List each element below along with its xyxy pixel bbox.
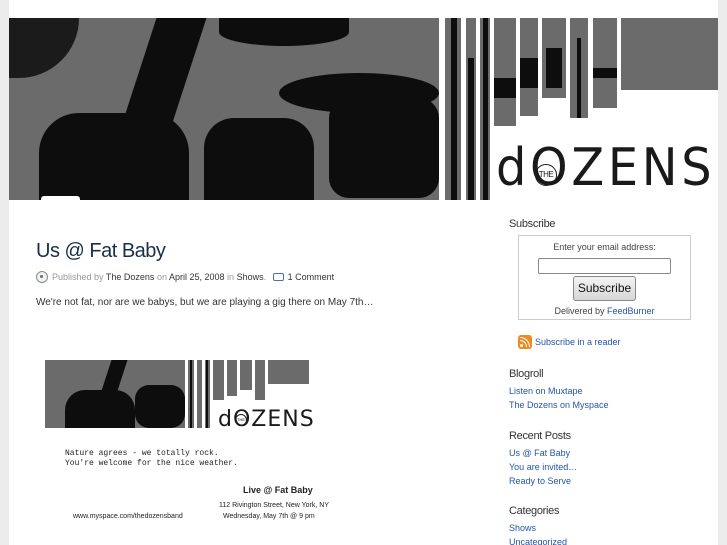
nav-tab-photos[interactable]: Photos <box>221 196 265 200</box>
page: dOZENS THE News About Schedule Photos Videos… <box>9 0 718 545</box>
recent-post-link[interactable]: Us @ Fat Baby <box>509 448 570 458</box>
nav-tab-schedule[interactable]: Schedule <box>158 196 212 200</box>
header-stripe <box>621 18 718 90</box>
flyer-date: Wednesday, May 7th @ 9 pm <box>223 513 315 520</box>
meta-category-link[interactable]: Shows <box>237 272 264 282</box>
header-stripe <box>520 18 538 116</box>
post-meta: Published by The Dozens on April 25, 200… <box>36 271 334 283</box>
email-input[interactable] <box>538 258 671 274</box>
meta-published-by: Published by <box>52 272 104 282</box>
header-stripe <box>445 18 461 200</box>
main-content: Us @ Fat Baby Published by The Dozens on… <box>36 240 486 308</box>
flyer-line-1: Nature agrees - we totally rock. <box>65 449 219 458</box>
feedburner-link[interactable]: FeedBurner <box>607 306 655 316</box>
event-flyer-image: dOZENS THE Nature agrees - we totally ro… <box>45 360 329 530</box>
subscribe-button[interactable]: Subscribe <box>573 276 636 301</box>
nav-tab-news[interactable]: News <box>41 196 80 200</box>
flyer-line-2: You're welcome for the nice weather. <box>65 459 238 468</box>
comment-icon <box>272 273 284 281</box>
nav-tab-listen[interactable]: Listen <box>335 196 375 200</box>
meta-on: on <box>156 272 167 282</box>
recent-post-link[interactable]: You are invited… <box>509 462 577 472</box>
meta-in: in <box>227 272 235 282</box>
blogroll-link[interactable]: Listen on Muxtape <box>509 386 583 396</box>
header-stripe <box>494 18 516 126</box>
logo-the-badge: THE <box>535 164 557 186</box>
recent-post-link[interactable]: Ready to Serve <box>509 476 571 486</box>
comments-link[interactable]: 1 Comment <box>288 272 335 282</box>
header-stripe <box>480 18 490 200</box>
delivered-by: Delivered by FeedBurner <box>519 306 690 316</box>
header-stripe <box>593 18 617 108</box>
category-link[interactable]: Shows <box>509 523 536 533</box>
top-bar <box>9 0 718 18</box>
rss-icon[interactable] <box>518 335 532 349</box>
meta-date: April 25, 2008 <box>168 272 225 282</box>
subscribe-reader-link[interactable]: Subscribe in a reader <box>535 337 621 347</box>
flyer-address: 112 Rivington Street, New York, NY <box>219 502 329 509</box>
post-excerpt: We're not fat, nor are we babys, but we … <box>36 297 374 308</box>
header-stripe <box>466 18 476 200</box>
flyer-logo-the-badge: THE <box>235 414 247 426</box>
category-link[interactable]: Uncategorized <box>509 537 567 545</box>
logo-wordmark: dOZENS <box>496 138 716 198</box>
nav-tab-about[interactable]: About <box>98 196 138 200</box>
flyer-drum-photo <box>45 360 185 428</box>
flyer-event-title: Live @ Fat Baby <box>243 485 313 495</box>
header-drum-photo <box>9 18 439 200</box>
site-logo[interactable]: dOZENS THE <box>496 138 716 200</box>
blogroll-link[interactable]: The Dozens on Myspace <box>509 400 609 410</box>
subscribe-box: Enter your email address: Subscribe Deli… <box>518 235 691 320</box>
flyer-url: www.myspace.com/thedozensband <box>73 513 183 520</box>
header-stripe <box>570 18 588 118</box>
categories-heading: Categories <box>509 505 560 517</box>
post-title[interactable]: Us @ Fat Baby <box>36 240 486 263</box>
subscribe-heading: Subscribe <box>509 218 556 230</box>
site-header: dOZENS THE News About Schedule Photos Videos… <box>9 18 718 200</box>
header-stripe <box>542 18 566 98</box>
flyer-logo-wordmark: dOZENS <box>218 407 315 432</box>
nav-tab-videos[interactable]: Videos <box>279 196 322 200</box>
email-label: Enter your email address: <box>553 242 656 252</box>
post-clock-icon <box>36 271 48 283</box>
delivered-by-label: Delivered by <box>554 306 605 316</box>
blogroll-heading: Blogroll <box>509 368 544 380</box>
meta-author-link[interactable]: The Dozens <box>106 272 155 282</box>
recent-posts-heading: Recent Posts <box>509 430 571 442</box>
